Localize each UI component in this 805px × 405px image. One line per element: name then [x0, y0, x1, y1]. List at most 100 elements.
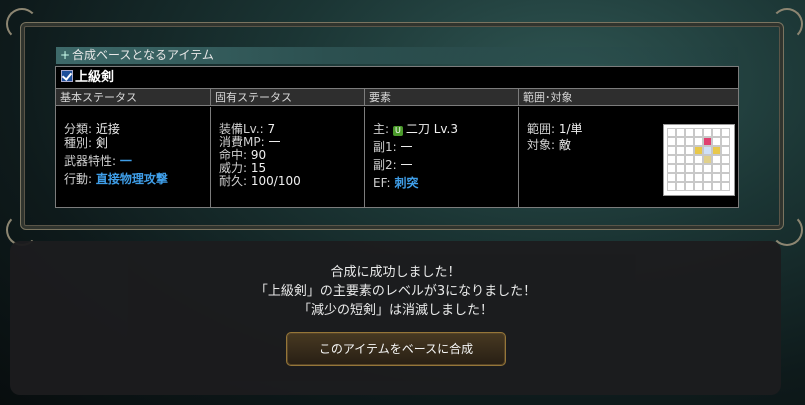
range-grid-cell [667, 164, 676, 173]
range-grid-cell [712, 128, 721, 137]
column-header-element: 要素 [365, 89, 519, 106]
main-element-value: 二刀 Lv.3 [405, 122, 458, 136]
success-message: 合成に成功しました！ [330, 265, 461, 280]
element-status: 主: U 二刀 Lv.3 副1: 一 副2: 一 EF: 刺突 [365, 107, 519, 207]
type-label: 種別: [64, 136, 93, 150]
equip-level-label: 装備Lv.: [219, 122, 264, 136]
range-grid-cell [703, 128, 712, 137]
target-label: 対象: [527, 138, 556, 152]
durability-label: 耐久: [219, 174, 248, 188]
category-label: 分類: [64, 122, 93, 136]
ef-label: EF: [373, 176, 391, 190]
range-grid-cell [703, 146, 712, 155]
range-grid-cell [712, 146, 721, 155]
range-grid-cell [721, 182, 730, 191]
trait-label: 武器特性: [64, 154, 117, 168]
range-grid-cell [685, 164, 694, 173]
section-header: + 合成ベースとなるアイテム [56, 47, 738, 64]
result-dialog: 合成に成功しました！ 「上級剣」の主要素のレベルが3になりました！ 「減少の短剣… [10, 241, 781, 395]
accuracy-label: 命中: [219, 148, 248, 162]
range-grid-cell [703, 155, 712, 164]
sub1-label: 副1: [373, 140, 397, 154]
range-grid-cell [676, 164, 685, 173]
trait-value: 一 [119, 154, 132, 168]
range-grid-cell [712, 164, 721, 173]
range-grid-cell [694, 164, 703, 173]
range-grid-cell [694, 182, 703, 191]
range-grid-cell [667, 155, 676, 164]
range-grid-cell [676, 137, 685, 146]
range-label: 範囲: [527, 122, 556, 136]
main-element-label: 主: [373, 122, 390, 136]
sub1-value: 一 [400, 140, 413, 154]
plus-icon: + [59, 48, 71, 62]
equip-level-value: 7 [267, 122, 276, 136]
range-grid-cell [685, 137, 694, 146]
range-grid-icon [663, 124, 735, 196]
power-label: 威力: [219, 161, 248, 175]
range-grid-cell [685, 146, 694, 155]
range-grid-cell [667, 173, 676, 182]
category-value: 近接 [95, 122, 120, 136]
range-grid-cell [685, 182, 694, 191]
range-grid-cell [694, 128, 703, 137]
range-grid-cell [703, 164, 712, 173]
column-header-range: 範囲･対象 [519, 89, 738, 106]
item-name: 上級剣 [75, 70, 115, 85]
durability-value: 100/100 [250, 174, 301, 188]
range-grid-cell [712, 137, 721, 146]
range-grid-cell [676, 173, 685, 182]
range-grid-cell [712, 182, 721, 191]
range-grid-cell [721, 155, 730, 164]
level-up-message: 「上級剣」の主要素のレベルが3になりました！ [254, 284, 537, 299]
range-grid-cell [694, 146, 703, 155]
basic-status: 分類: 近接 種別: 剣 武器特性: 一 行動: 直接物理攻撃 [56, 107, 211, 207]
range-value: 1/単 [558, 122, 583, 136]
item-checkbox[interactable] [61, 70, 73, 82]
synthesize-as-base-button[interactable]: このアイテムをベースに合成 [286, 332, 506, 366]
range-grid-cell [694, 173, 703, 182]
range-grid-cell [721, 173, 730, 182]
range-grid-cell [694, 155, 703, 164]
range-grid-cell [685, 155, 694, 164]
sub2-value: 一 [400, 158, 413, 172]
action-label: 行動: [64, 172, 93, 186]
range-grid-cell [676, 146, 685, 155]
mp-cost-label: 消費MP: [219, 135, 265, 149]
type-value: 剣 [95, 136, 108, 150]
ef-value: 刺突 [394, 176, 419, 190]
range-grid-cell [685, 128, 694, 137]
range-grid-cell [685, 173, 694, 182]
target-value: 敵 [558, 138, 571, 152]
range-grid-cell [721, 164, 730, 173]
sub2-label: 副2: [373, 158, 397, 172]
range-grid-cell [703, 137, 712, 146]
item-name-row: 上級剣 [56, 67, 738, 89]
unique-badge-icon: U [392, 126, 403, 136]
power-value: 15 [250, 161, 267, 175]
range-grid-cell [676, 155, 685, 164]
range-grid-cell [712, 155, 721, 164]
range-grid-cell [676, 128, 685, 137]
column-header-basic: 基本ステータス [56, 89, 211, 106]
range-grid-cell [721, 128, 730, 137]
range-grid-cell [667, 137, 676, 146]
item-status-panel: 上級剣 基本ステータス 固有ステータス 要素 範囲･対象 分類: 近接 種別: … [55, 66, 739, 208]
range-grid-cell [667, 128, 676, 137]
action-value: 直接物理攻撃 [95, 172, 168, 186]
consumed-message: 「減少の短剣」は消滅しました！ [297, 303, 493, 318]
section-title: 合成ベースとなるアイテム [72, 48, 214, 62]
mp-cost-value: 一 [268, 135, 281, 149]
range-grid-cell [721, 146, 730, 155]
range-grid-cell [694, 137, 703, 146]
unique-status: 装備Lv.: 7 消費MP: 一 命中: 90 威力: 15 耐久: 100/1… [211, 107, 365, 207]
range-grid-cell [667, 146, 676, 155]
range-grid-cell [676, 182, 685, 191]
range-grid-cell [667, 182, 676, 191]
accuracy-value: 90 [250, 148, 267, 162]
range-grid-cell [712, 173, 721, 182]
column-header-unique: 固有ステータス [211, 89, 365, 106]
range-grid-cell [721, 137, 730, 146]
range-grid-cell [703, 182, 712, 191]
range-grid-cell [703, 173, 712, 182]
